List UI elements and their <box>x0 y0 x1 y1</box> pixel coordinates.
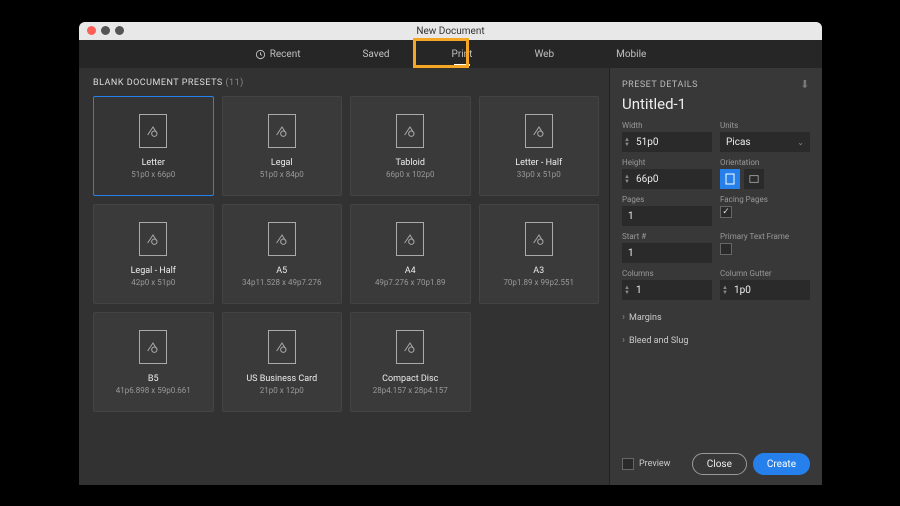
margins-disclosure[interactable]: Margins <box>622 306 810 329</box>
start-label: Start # <box>622 232 712 241</box>
tab-web[interactable]: Web <box>528 40 560 68</box>
preset-name: A4 <box>405 266 416 276</box>
preset-details-panel: PRESET DETAILS ⬇ Untitled-1 Width ▲▼51p0… <box>609 68 822 485</box>
preset-card[interactable]: US Business Card 21p0 x 12p0 <box>222 312 343 412</box>
page-icon <box>268 330 296 364</box>
tab-saved[interactable]: Saved <box>356 40 395 68</box>
page-icon <box>396 330 424 364</box>
page-icon <box>139 330 167 364</box>
gutter-label: Column Gutter <box>720 269 810 278</box>
preset-card[interactable]: A3 70p1.89 x 99p2.551 <box>479 204 600 304</box>
orientation-landscape-button[interactable] <box>744 169 764 189</box>
preset-name: Letter - Half <box>515 158 562 168</box>
presets-panel: BLANK DOCUMENT PRESETS (11) Letter 51p0 x… <box>79 68 609 485</box>
new-document-window: New Document Recent Saved Print Web Mobi… <box>79 22 822 485</box>
preset-name: B5 <box>148 374 159 384</box>
preset-card[interactable]: Legal 51p0 x 84p0 <box>222 96 343 196</box>
preset-card[interactable]: B5 41p6.898 x 59p0.661 <box>93 312 214 412</box>
width-input[interactable]: ▲▼51p0 <box>622 132 712 152</box>
preset-dimensions: 70p1.89 x 99p2.551 <box>503 278 574 287</box>
preset-name: Legal <box>271 158 293 168</box>
clock-icon <box>255 49 266 60</box>
window-title: New Document <box>416 26 484 37</box>
columns-input[interactable]: ▲▼1 <box>622 280 712 300</box>
height-label: Height <box>622 158 712 167</box>
columns-label: Columns <box>622 269 712 278</box>
preset-dimensions: 49p7.276 x 70p1.89 <box>375 278 446 287</box>
document-name[interactable]: Untitled-1 <box>622 95 810 113</box>
preset-dimensions: 66p0 x 102p0 <box>386 170 434 179</box>
page-icon <box>268 222 296 256</box>
preset-card[interactable]: Letter 51p0 x 66p0 <box>93 96 214 196</box>
preset-name: A5 <box>276 266 287 276</box>
units-label: Units <box>720 121 810 130</box>
preset-name: US Business Card <box>246 374 317 384</box>
tab-label: Saved <box>362 49 389 60</box>
tab-label: Print <box>452 49 473 60</box>
page-icon <box>396 222 424 256</box>
units-select[interactable]: Picas⌄ <box>720 132 810 152</box>
zoom-window-icon[interactable] <box>115 26 124 35</box>
tab-recent[interactable]: Recent <box>249 40 307 68</box>
width-label: Width <box>622 121 712 130</box>
tab-label: Mobile <box>616 49 646 60</box>
preset-name: A3 <box>533 266 544 276</box>
titlebar: New Document <box>79 22 822 40</box>
section-title: BLANK DOCUMENT PRESETS (11) <box>93 78 599 88</box>
preset-dimensions: 51p0 x 66p0 <box>131 170 175 179</box>
primary-text-frame-checkbox[interactable] <box>720 243 732 255</box>
save-preset-icon[interactable]: ⬇ <box>800 78 810 91</box>
preset-dimensions: 41p6.898 x 59p0.661 <box>116 386 191 395</box>
page-icon <box>525 222 553 256</box>
orientation-portrait-button[interactable] <box>720 169 740 189</box>
preset-dimensions: 28p4.157 x 28p4.157 <box>373 386 448 395</box>
preset-name: Tabloid <box>396 158 425 168</box>
preset-name: Letter <box>142 158 165 168</box>
page-icon <box>139 114 167 148</box>
page-icon <box>139 222 167 256</box>
preset-name: Legal - Half <box>131 266 176 276</box>
preset-dimensions: 21p0 x 12p0 <box>260 386 304 395</box>
preset-card[interactable]: Legal - Half 42p0 x 51p0 <box>93 204 214 304</box>
facing-pages-checkbox[interactable] <box>720 206 732 218</box>
start-input[interactable]: 1 <box>622 243 712 263</box>
preset-card[interactable]: A4 49p7.276 x 70p1.89 <box>350 204 471 304</box>
gutter-input[interactable]: ▲▼1p0 <box>720 280 810 300</box>
bleed-disclosure[interactable]: Bleed and Slug <box>622 329 810 352</box>
tab-print[interactable]: Print <box>446 40 479 68</box>
category-tabs: Recent Saved Print Web Mobile <box>79 40 822 68</box>
create-button[interactable]: Create <box>753 453 810 475</box>
window-controls <box>87 26 124 35</box>
preset-dimensions: 34p11.528 x 49p7.276 <box>242 278 322 287</box>
height-input[interactable]: ▲▼66p0 <box>622 169 712 189</box>
tab-label: Recent <box>270 49 301 60</box>
pages-label: Pages <box>622 195 712 204</box>
page-icon <box>396 114 424 148</box>
details-header: PRESET DETAILS <box>622 80 698 90</box>
preset-grid: Letter 51p0 x 66p0 Legal 51p0 x 84p0 Tabloid… <box>93 96 599 412</box>
preset-dimensions: 51p0 x 84p0 <box>260 170 304 179</box>
close-window-icon[interactable] <box>87 26 96 35</box>
tab-label: Web <box>534 49 554 60</box>
minimize-window-icon[interactable] <box>101 26 110 35</box>
preset-card[interactable]: A5 34p11.528 x 49p7.276 <box>222 204 343 304</box>
preview-checkbox[interactable] <box>622 458 634 470</box>
preset-name: Compact Disc <box>382 374 438 384</box>
tab-mobile[interactable]: Mobile <box>610 40 652 68</box>
page-icon <box>525 114 553 148</box>
preset-dimensions: 33p0 x 51p0 <box>517 170 561 179</box>
preset-dimensions: 42p0 x 51p0 <box>131 278 175 287</box>
preset-card[interactable]: Compact Disc 28p4.157 x 28p4.157 <box>350 312 471 412</box>
close-button[interactable]: Close <box>692 453 747 475</box>
chevron-down-icon: ⌄ <box>797 138 804 147</box>
preset-card[interactable]: Letter - Half 33p0 x 51p0 <box>479 96 600 196</box>
page-icon <box>268 114 296 148</box>
primary-text-frame-label: Primary Text Frame <box>720 232 810 241</box>
pages-input[interactable]: 1 <box>622 206 712 226</box>
preview-label: Preview <box>639 459 670 469</box>
preset-card[interactable]: Tabloid 66p0 x 102p0 <box>350 96 471 196</box>
orientation-label: Orientation <box>720 158 810 167</box>
facing-pages-label: Facing Pages <box>720 195 810 204</box>
